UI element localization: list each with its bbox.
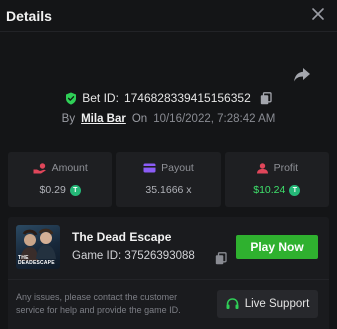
headset-icon	[226, 298, 239, 309]
stat-payout: Payout 35.1666 x	[116, 152, 221, 207]
game-card: THE DEADESCAPE The Dead Escape Game ID: …	[8, 217, 329, 329]
verified-shield-icon	[66, 92, 77, 105]
play-now-button[interactable]: Play Now	[236, 235, 318, 259]
bet-meta-row: By Mila Bar On 10/16/2022, 7:28:42 AM	[0, 111, 337, 127]
card-icon	[143, 163, 156, 173]
details-header: Details	[0, 0, 337, 32]
game-thumbnail[interactable]: THE DEADESCAPE	[16, 225, 60, 269]
stat-profit-label: Profit	[273, 162, 299, 174]
usdt-coin-icon: T	[69, 184, 81, 196]
divider	[8, 279, 329, 280]
bet-id-value: 1746828339415156352	[123, 91, 251, 105]
game-id-label: Game ID:	[72, 250, 122, 262]
bet-stats: Amount $0.29 T Payout 35.1666 x Profit $…	[8, 152, 329, 207]
bet-id-row: Bet ID: 1746828339415156352	[0, 90, 337, 106]
money-hand-icon	[33, 162, 46, 173]
stat-payout-value: 35.1666 x	[145, 184, 192, 196]
game-name: The Dead Escape	[72, 230, 172, 244]
game-thumbnail-text: THE DEADESCAPE	[18, 255, 55, 266]
bet-id-label: Bet ID:	[82, 91, 119, 105]
by-label: By	[61, 113, 76, 125]
stat-profit: Profit $10.24 T	[224, 152, 329, 207]
game-id-value: 37526393088	[124, 250, 195, 262]
stat-payout-label: Payout	[161, 162, 194, 174]
copy-game-id-icon[interactable]	[215, 252, 227, 265]
bet-datetime: 10/16/2022, 7:28:42 AM	[153, 113, 276, 125]
stat-amount: Amount $0.29 T	[8, 152, 113, 207]
live-support-button[interactable]: Live Support	[217, 290, 318, 318]
stat-profit-value: $10.24	[253, 184, 286, 196]
panel-title: Details	[6, 8, 52, 24]
game-id-row: Game ID: 37526393088	[72, 250, 195, 262]
user-name-link[interactable]: Mila Bar	[81, 113, 126, 125]
usdt-coin-icon: T	[289, 184, 301, 196]
live-support-label: Live Support	[244, 298, 310, 310]
support-info-text: Any issues, please contact the customer …	[16, 292, 181, 315]
stat-amount-label: Amount	[51, 162, 88, 174]
share-icon[interactable]	[293, 67, 311, 83]
copy-icon[interactable]	[260, 91, 272, 105]
close-icon[interactable]	[311, 7, 325, 21]
user-profit-icon	[256, 162, 268, 173]
on-label: On	[131, 113, 148, 125]
stat-amount-value: $0.29	[39, 184, 66, 196]
